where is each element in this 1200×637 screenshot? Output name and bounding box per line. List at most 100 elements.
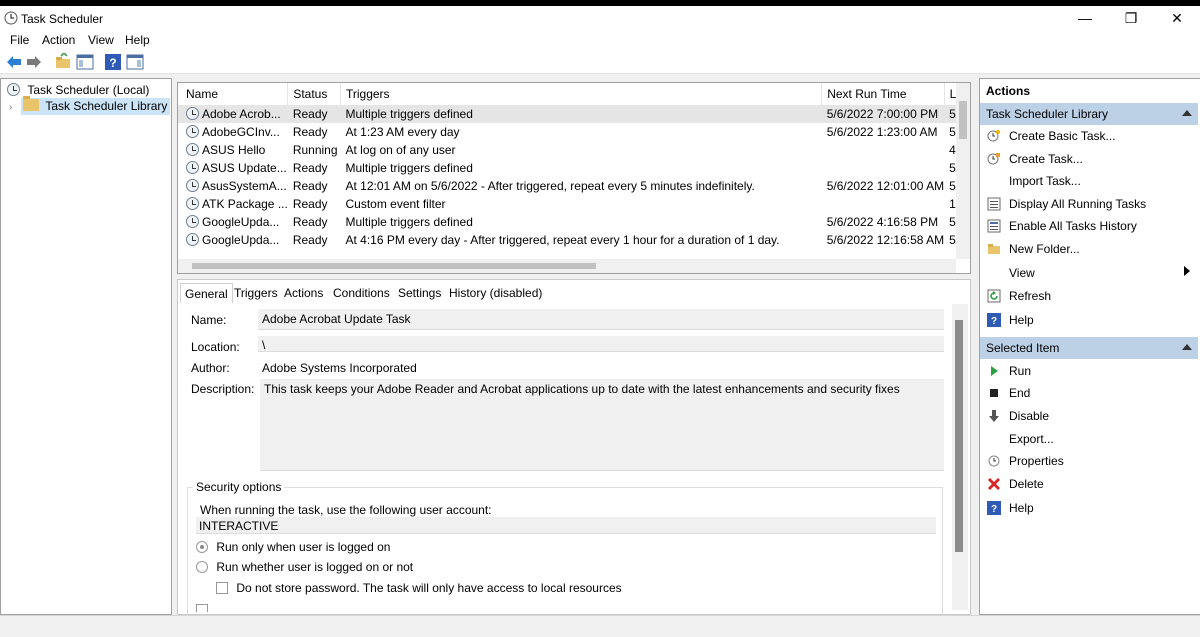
task-list-vscroll-thumb[interactable] [959, 101, 967, 139]
menu-action[interactable]: Action [42, 33, 75, 47]
radio-run-only-logged-on[interactable]: Run only when user is logged on [196, 540, 390, 554]
task-triggers-cell: At 12:01 AM on 5/6/2022 - After triggere… [345, 179, 755, 193]
collapse-up-icon [1182, 110, 1192, 116]
task-triggers-cell: Multiple triggers defined [345, 161, 473, 175]
menu-bar: File Action View Help [0, 30, 1200, 50]
task-row[interactable]: GoogleUpda... Ready At 4:16 PM every day -… [178, 231, 970, 249]
task-row[interactable]: ATK Package ...ReadyCustom event filter1… [178, 195, 970, 213]
section-selected-item[interactable]: Selected Item [980, 337, 1198, 359]
task-row[interactable]: AdobeGCInv... Ready At 1:23 AM every day 5/… [178, 123, 970, 141]
task-list-horizontal-scrollbar[interactable] [178, 259, 956, 273]
action-help-selected[interactable]: ? Help [980, 498, 1198, 518]
forward-arrow-icon[interactable] [25, 53, 43, 71]
description-label: Description: [191, 382, 255, 396]
action-create-task[interactable]: Create Task... [980, 149, 1198, 169]
task-table-header: Name Status Triggers Next Run Time Las [178, 83, 970, 105]
collapse-up-icon [1182, 344, 1192, 350]
properties-clock-icon [988, 455, 1000, 467]
task-row[interactable]: ASUS Update... Ready Multiple triggers def… [178, 159, 970, 177]
status-bar [0, 615, 1200, 637]
task-name-cell: ATK Package ... [178, 195, 288, 213]
task-name-cell: ASUS Hello [178, 141, 288, 159]
tree-child-label: Task Scheduler Library [45, 99, 168, 113]
location-label: Location: [191, 340, 240, 354]
description-field[interactable]: This task keeps your Adobe Reader and Ac… [260, 379, 944, 471]
task-list-vertical-scrollbar[interactable] [956, 83, 970, 259]
radio1-label: Run only when user is logged on [216, 540, 391, 554]
name-field[interactable]: Adobe Acrobat Update Task [258, 309, 944, 330]
minimize-button[interactable]: — [1062, 6, 1108, 30]
section-task-scheduler-library[interactable]: Task Scheduler Library [980, 103, 1198, 125]
task-status-cell: Ready [292, 233, 328, 247]
action-end[interactable]: End [980, 383, 1198, 403]
task-list-hscroll-thumb[interactable] [192, 263, 596, 269]
column-header-name[interactable]: Name [178, 83, 289, 105]
tab-actions[interactable]: Actions [280, 283, 327, 303]
task-name-cell: GoogleUpda... [178, 213, 288, 231]
task-name-cell: Adobe Acrob... [178, 105, 288, 123]
tasks-history-icon [987, 219, 1001, 233]
checkbox-icon-partial [196, 604, 208, 612]
action-refresh[interactable]: Refresh [980, 286, 1198, 306]
security-options-title: Security options [193, 480, 285, 494]
action-properties[interactable]: Properties [980, 451, 1198, 471]
tree-root-item[interactable]: Task Scheduler (Local) [7, 83, 149, 97]
menu-help[interactable]: Help [125, 33, 150, 47]
menu-view[interactable]: View [88, 33, 114, 47]
task-next-run-cell: 5/6/2022 12:01:00 AM [826, 179, 945, 193]
action-display-running-tasks[interactable]: Display All Running Tasks [980, 194, 1198, 214]
menu-file[interactable]: File [10, 33, 29, 47]
close-button[interactable]: ✕ [1154, 6, 1200, 30]
action-disable[interactable]: Disable [980, 406, 1198, 426]
task-clock-icon [186, 215, 199, 228]
task-row[interactable]: Adobe Acrob... Ready Multiple triggers def… [178, 105, 970, 123]
help-icon[interactable]: ? [104, 53, 122, 71]
tab-general[interactable]: General [180, 283, 233, 303]
details-vscroll-thumb[interactable] [955, 320, 963, 552]
tree-expand-chevron-icon[interactable]: › [9, 99, 12, 113]
show-hide-tree-icon[interactable] [76, 53, 94, 71]
svg-text:?: ? [991, 316, 997, 327]
maximize-button[interactable]: ❐ [1108, 6, 1154, 30]
task-status-cell: Ready [292, 197, 328, 211]
running-tasks-icon [987, 197, 1001, 211]
checkbox-icon [216, 582, 228, 594]
action-run[interactable]: Run [980, 361, 1198, 381]
tab-triggers[interactable]: Triggers [230, 283, 282, 303]
action-delete[interactable]: Delete [980, 474, 1198, 494]
details-vertical-scrollbar[interactable] [952, 304, 968, 610]
action-create-basic-task[interactable]: Create Basic Task... [980, 126, 1198, 146]
column-header-next-run-time[interactable]: Next Run Time [821, 83, 945, 105]
tab-conditions[interactable]: Conditions [329, 283, 394, 303]
task-clock-icon [186, 107, 199, 120]
checkbox-do-not-store-password[interactable]: Do not store password. The task will onl… [216, 581, 622, 595]
action-import-task[interactable]: Import Task... [980, 171, 1198, 191]
task-triggers-cell: Multiple triggers defined [345, 215, 473, 229]
action-export[interactable]: Export... [980, 429, 1198, 449]
task-row[interactable]: AsusSystemA... Ready At 12:01 AM on 5/6/20… [178, 177, 970, 195]
run-icon [991, 366, 998, 376]
task-next-run-cell: 5/6/2022 1:23:00 AM [826, 125, 938, 139]
back-arrow-icon[interactable] [5, 53, 23, 71]
task-row[interactable]: GoogleUpda... Ready Multiple triggers defi… [178, 213, 970, 231]
task-status-cell: Ready [287, 105, 341, 123]
column-header-status[interactable]: Status [287, 83, 341, 105]
action-new-folder[interactable]: New Folder... [980, 239, 1198, 259]
up-folder-icon[interactable] [54, 53, 72, 71]
task-name-text: GoogleUpda... [202, 233, 280, 247]
refresh-icon [987, 289, 1001, 303]
location-field[interactable]: \ [258, 336, 944, 352]
submenu-arrow-icon [1184, 266, 1190, 276]
action-view[interactable]: View [980, 263, 1198, 283]
radio-selected-icon [196, 541, 208, 553]
radio-run-whether-logged-on[interactable]: Run whether user is logged on or not [196, 560, 413, 574]
action-help-library[interactable]: ? Help [980, 310, 1198, 330]
tab-history[interactable]: History (disabled) [445, 283, 546, 303]
action-enable-tasks-history[interactable]: Enable All Tasks History [980, 216, 1198, 236]
column-header-triggers[interactable]: Triggers [340, 83, 823, 105]
tree-item-task-scheduler-library[interactable]: Task Scheduler Library [21, 96, 171, 115]
checkbox-partial[interactable] [196, 603, 208, 612]
task-row[interactable]: ASUS HelloRunningAt log on of any user4/… [178, 141, 970, 159]
tab-settings[interactable]: Settings [394, 283, 445, 303]
show-hide-action-pane-icon[interactable] [126, 53, 144, 71]
